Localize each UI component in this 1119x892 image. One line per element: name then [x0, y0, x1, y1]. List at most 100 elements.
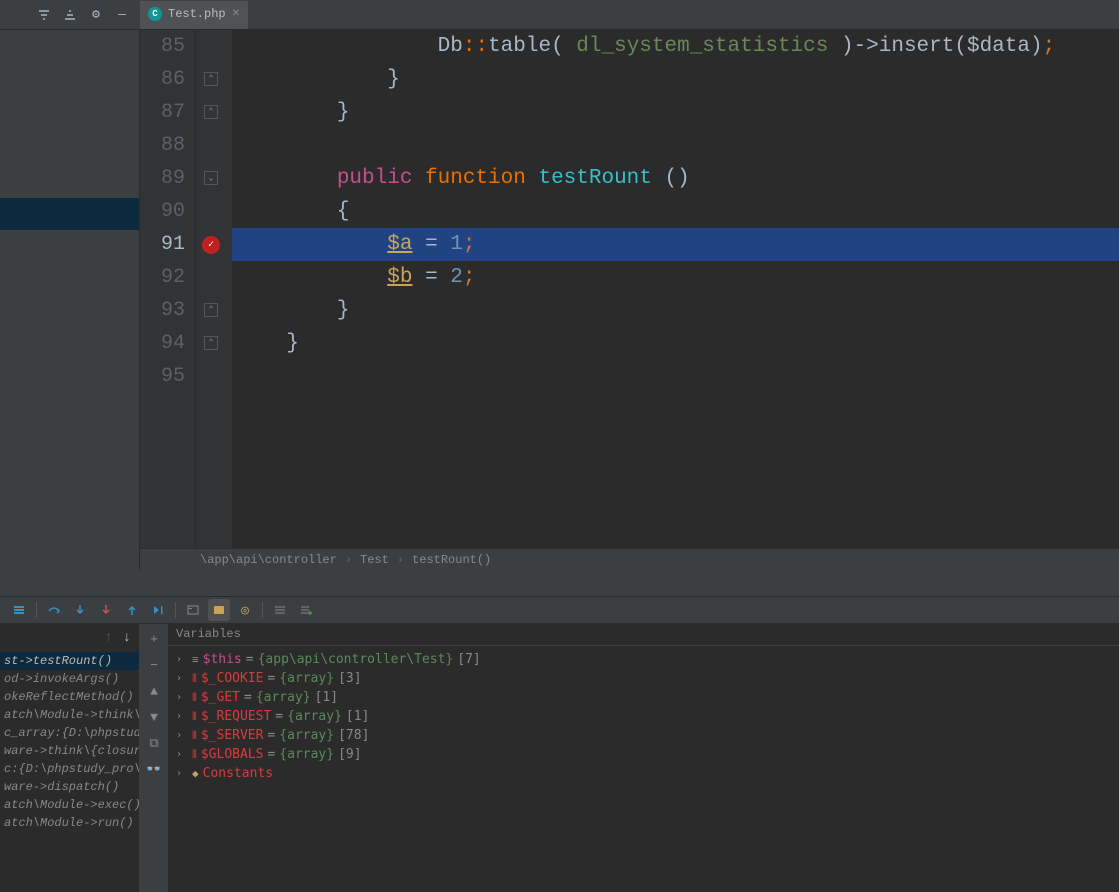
code-line[interactable]: {: [232, 195, 1119, 228]
fold-icon[interactable]: ⌄: [204, 171, 218, 185]
frames-list[interactable]: st->testRount()od->invokeArgs()okeReflec…: [0, 652, 139, 892]
stack-frame[interactable]: od->invokeArgs(): [0, 670, 139, 688]
stack-frame[interactable]: ware->think\{closure:D:\: [0, 742, 139, 760]
step-into-icon[interactable]: [69, 599, 91, 621]
stack-frame[interactable]: atch\Module->think\rout: [0, 706, 139, 724]
debug-tools-column: + − ▲ ▼ ⧉ 👓: [140, 624, 168, 892]
code-line[interactable]: $b = 2;: [232, 261, 1119, 294]
minimize-icon[interactable]: —: [114, 7, 130, 23]
variable-row[interactable]: ›⦀$GLOBALS = {array} [9]: [176, 745, 1111, 764]
gutter-marks[interactable]: ⌃ ⌃ ⌄ ⌃ ⌃: [196, 30, 232, 548]
line-number[interactable]: 87: [140, 96, 195, 129]
variable-type: {array}: [279, 728, 334, 743]
variables-tree[interactable]: ›≡$this = {app\api\controller\Test} [7]›…: [168, 646, 1119, 787]
line-number[interactable]: 91: [140, 228, 195, 261]
chevron-right-icon[interactable]: ›: [176, 692, 188, 703]
frames-panel: ↑ ↓ st->testRount()od->invokeArgs()okeRe…: [0, 624, 140, 892]
breadcrumb-item[interactable]: Test: [360, 553, 389, 567]
up-icon[interactable]: ▲: [143, 680, 165, 702]
stack-frame[interactable]: atch\Module->exec(): [0, 796, 139, 814]
chevron-right-icon[interactable]: ›: [176, 673, 188, 684]
line-number[interactable]: 93: [140, 294, 195, 327]
chevron-right-icon[interactable]: ›: [176, 730, 188, 741]
line-number[interactable]: 92: [140, 261, 195, 294]
show-execution-point-icon[interactable]: [8, 599, 30, 621]
add-icon[interactable]: [295, 599, 317, 621]
frame-up-icon[interactable]: ↑: [104, 630, 112, 646]
fold-icon[interactable]: ⌃: [204, 105, 218, 119]
gear-icon[interactable]: ⚙: [88, 7, 104, 23]
watch-icon[interactable]: ◎: [234, 599, 256, 621]
panel-divider[interactable]: [0, 570, 1119, 596]
variable-row[interactable]: ›⦀$_REQUEST = {array} [1]: [176, 707, 1111, 726]
evaluate-expression-icon[interactable]: [182, 599, 204, 621]
stack-frame[interactable]: ware->dispatch(): [0, 778, 139, 796]
line-gutter[interactable]: 8586878889909192939495: [140, 30, 196, 548]
variable-row[interactable]: ›⦀$_GET = {array} [1]: [176, 688, 1111, 707]
variable-type-icon: ⦀: [192, 672, 197, 686]
list-view-icon[interactable]: [269, 599, 291, 621]
variables-header: Variables: [168, 624, 1119, 646]
code-line[interactable]: }: [232, 294, 1119, 327]
chevron-right-icon[interactable]: ›: [176, 749, 188, 760]
stack-frame[interactable]: atch\Module->run(): [0, 814, 139, 832]
editor-container: 8586878889909192939495 ⌃ ⌃ ⌄ ⌃ ⌃ Db::tab…: [140, 30, 1119, 570]
collapse-icon[interactable]: [36, 7, 52, 23]
variable-type-icon: ◆: [192, 767, 199, 780]
variable-type-icon: ⦀: [192, 710, 197, 724]
down-icon[interactable]: ▼: [143, 706, 165, 728]
variable-row[interactable]: ›⦀$_SERVER = {array} [78]: [176, 726, 1111, 745]
code-line[interactable]: Db::table( dl_system_statistics )->inser…: [232, 30, 1119, 63]
line-number[interactable]: 95: [140, 360, 195, 393]
code-line[interactable]: [232, 129, 1119, 162]
glasses-icon[interactable]: 👓: [143, 758, 165, 780]
copy-icon[interactable]: ⧉: [143, 732, 165, 754]
variable-row[interactable]: ›≡$this = {app\api\controller\Test} [7]: [176, 650, 1111, 669]
variables-panel: Variables ›≡$this = {app\api\controller\…: [168, 624, 1119, 892]
line-number[interactable]: 86: [140, 63, 195, 96]
close-icon[interactable]: ×: [232, 6, 240, 22]
code-line[interactable]: }: [232, 96, 1119, 129]
variable-row[interactable]: ›◆Constants: [176, 764, 1111, 783]
chevron-right-icon[interactable]: ›: [176, 711, 188, 722]
stack-frame[interactable]: st->testRount(): [0, 652, 139, 670]
code-area[interactable]: Db::table( dl_system_statistics )->inser…: [232, 30, 1119, 548]
chevron-right-icon[interactable]: ›: [176, 768, 188, 779]
stack-frame[interactable]: c:{D:\phpstudy_pro\WWW: [0, 760, 139, 778]
breadcrumb-item[interactable]: testRount(): [412, 553, 491, 567]
variable-row[interactable]: ›⦀$_COOKIE = {array} [3]: [176, 669, 1111, 688]
fold-icon[interactable]: ⌃: [204, 336, 218, 350]
fold-icon[interactable]: ⌃: [204, 303, 218, 317]
code-line[interactable]: }: [232, 63, 1119, 96]
stack-frame[interactable]: okeReflectMethod(): [0, 688, 139, 706]
breadcrumb[interactable]: \app\api\controller›Test›testRount(): [140, 548, 1119, 570]
code-line[interactable]: }: [232, 327, 1119, 360]
variable-name: $_GET: [201, 690, 240, 705]
chevron-right-icon[interactable]: ›: [176, 654, 188, 665]
editor-tab[interactable]: C Test.php ×: [140, 1, 248, 29]
stack-frame[interactable]: c_array:{D:\phpstudy_pro: [0, 724, 139, 742]
code-line[interactable]: public function testRount (): [232, 162, 1119, 195]
step-over-icon[interactable]: [43, 599, 65, 621]
line-number[interactable]: 85: [140, 30, 195, 63]
code-line[interactable]: $a = 1;: [232, 228, 1119, 261]
variable-name: $_COOKIE: [201, 671, 264, 686]
variable-type: {app\api\controller\Test}: [258, 652, 454, 667]
remove-watch-icon[interactable]: −: [143, 654, 165, 676]
line-number[interactable]: 94: [140, 327, 195, 360]
expand-icon[interactable]: [62, 7, 78, 23]
line-number[interactable]: 90: [140, 195, 195, 228]
run-to-cursor-icon[interactable]: [147, 599, 169, 621]
project-sidebar[interactable]: [0, 30, 140, 570]
breakpoint-icon[interactable]: [202, 236, 220, 254]
fold-icon[interactable]: ⌃: [204, 72, 218, 86]
frame-down-icon[interactable]: ↓: [123, 630, 131, 646]
breadcrumb-item[interactable]: \app\api\controller: [200, 553, 337, 567]
force-step-into-icon[interactable]: [95, 599, 117, 621]
line-number[interactable]: 89: [140, 162, 195, 195]
evaluate-icon[interactable]: [208, 599, 230, 621]
line-number[interactable]: 88: [140, 129, 195, 162]
code-line[interactable]: [232, 360, 1119, 393]
add-watch-icon[interactable]: +: [143, 628, 165, 650]
step-out-icon[interactable]: [121, 599, 143, 621]
